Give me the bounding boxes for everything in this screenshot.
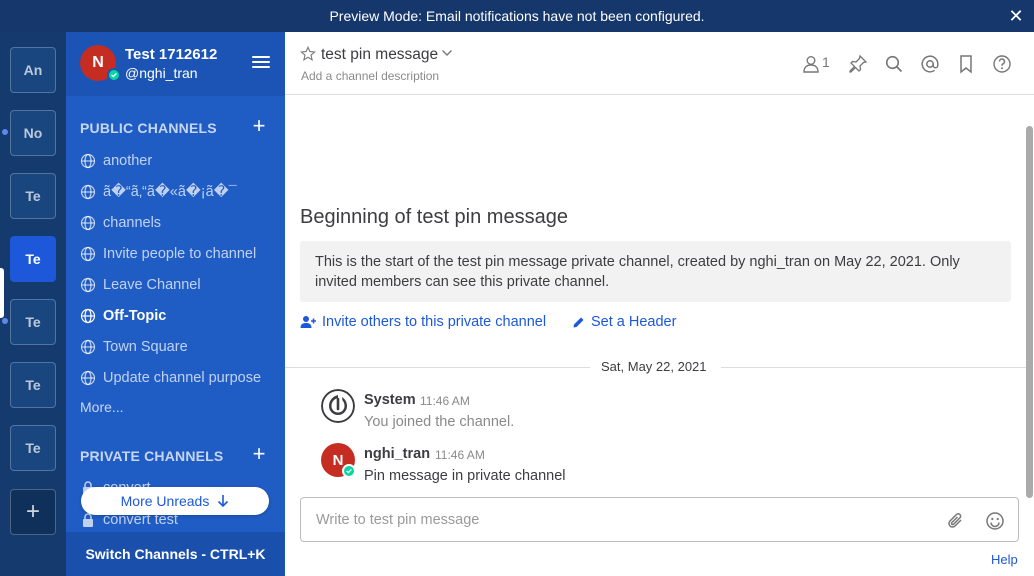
mention-icon[interactable] bbox=[920, 54, 940, 74]
team-button[interactable]: Te bbox=[10, 362, 56, 408]
more-unreads-button[interactable]: More Unreads bbox=[81, 487, 269, 515]
set-header-label: Set a Header bbox=[591, 314, 677, 330]
member-count[interactable]: 1 bbox=[822, 54, 830, 70]
hamburger-menu-icon[interactable] bbox=[252, 56, 270, 70]
active-team-indicator bbox=[0, 268, 4, 318]
online-status-icon bbox=[107, 68, 121, 82]
team-sidebar: An No Te Te Te Te Te + bbox=[0, 32, 66, 576]
channel-intro-title: Beginning of test pin message bbox=[300, 206, 568, 228]
invite-others-label: Invite others to this private channel bbox=[322, 314, 547, 330]
globe-icon bbox=[80, 153, 96, 169]
post-message: Pin message in private channel bbox=[364, 468, 566, 484]
date-separator: Sat, May 22, 2021 bbox=[285, 356, 1034, 378]
sidebar-item-channel[interactable]: Invite people to channel bbox=[80, 243, 256, 265]
globe-icon bbox=[80, 215, 96, 231]
sidebar-item-channel-unread[interactable]: Off-Topic bbox=[80, 305, 166, 327]
add-user-icon bbox=[300, 316, 316, 328]
channel-intro-text: This is the start of the test pin messag… bbox=[300, 241, 1011, 302]
post-time[interactable]: 11:46 AM bbox=[420, 394, 470, 408]
username: @nghi_tran bbox=[125, 65, 198, 81]
sidebar-header[interactable]: N Test 1712612 @nghi_tran bbox=[66, 32, 285, 96]
sidebar-item-channel[interactable]: Update channel purpose bbox=[80, 367, 261, 389]
sidebar-item-channel[interactable]: Leave Channel bbox=[80, 274, 201, 296]
emoji-icon[interactable] bbox=[985, 511, 1005, 531]
switch-channels-button[interactable]: Switch Channels - CTRL+K bbox=[66, 532, 285, 576]
arrow-down-icon bbox=[218, 495, 229, 508]
public-channels-title: PUBLIC CHANNELS bbox=[80, 120, 217, 136]
announcement-banner: Preview Mode: Email notifications have n… bbox=[0, 0, 1034, 32]
banner-text: Preview Mode: Email notifications have n… bbox=[329, 8, 705, 24]
team-button[interactable]: Te bbox=[10, 425, 56, 471]
sidebar-item-channel[interactable]: ã�“ã‚“ã�«ã�¡ã�¯ bbox=[80, 181, 237, 203]
set-header-button[interactable]: Set a Header bbox=[572, 314, 676, 330]
channel-label: Leave Channel bbox=[103, 277, 201, 293]
channel-label: Off-Topic bbox=[103, 308, 167, 324]
pencil-icon bbox=[573, 317, 584, 327]
channel-header: test pin message Add a channel descripti… bbox=[285, 32, 1034, 95]
message-placeholder: Write to test pin message bbox=[316, 512, 480, 528]
globe-icon bbox=[80, 308, 96, 324]
private-channels-title: PRIVATE CHANNELS bbox=[80, 448, 224, 464]
date-separator-label: Sat, May 22, 2021 bbox=[601, 359, 707, 374]
team-button[interactable]: Te bbox=[10, 173, 56, 219]
team-button[interactable]: Te bbox=[10, 299, 56, 345]
search-icon[interactable] bbox=[884, 54, 904, 74]
add-team-button[interactable]: + bbox=[10, 489, 56, 535]
add-private-channel-icon[interactable]: + bbox=[249, 443, 269, 465]
post-message: You joined the channel. bbox=[364, 414, 515, 430]
add-public-channel-icon[interactable]: + bbox=[249, 115, 269, 137]
unread-dot bbox=[2, 129, 8, 135]
channel-description[interactable]: Add a channel description bbox=[301, 69, 439, 83]
help-link[interactable]: Help bbox=[991, 552, 1018, 567]
channel-sidebar: N Test 1712612 @nghi_tran PUBLIC CHANNEL… bbox=[66, 32, 285, 576]
help-icon[interactable] bbox=[992, 54, 1012, 74]
post-author[interactable]: nghi_tran bbox=[364, 446, 430, 462]
globe-icon bbox=[80, 246, 96, 262]
sidebar-item-channel[interactable]: channels bbox=[80, 212, 161, 234]
globe-icon bbox=[80, 184, 96, 200]
channel-label: channels bbox=[103, 215, 162, 231]
sidebar-item-channel[interactable]: another bbox=[80, 150, 152, 172]
more-unreads-label: More Unreads bbox=[120, 493, 210, 509]
invite-others-button[interactable]: Invite others to this private channel bbox=[300, 314, 546, 330]
channel-label: ã�“ã‚“ã�«ã�¡ã�¯ bbox=[103, 184, 237, 200]
team-name: Test 1712612 bbox=[125, 46, 218, 63]
close-icon[interactable]: ✕ bbox=[1008, 6, 1024, 26]
channel-title[interactable]: test pin message bbox=[321, 46, 438, 64]
message-input[interactable]: Write to test pin message bbox=[300, 497, 1019, 542]
online-status-icon bbox=[342, 464, 356, 478]
channel-label: Update channel purpose bbox=[103, 370, 262, 386]
more-channels-link[interactable]: More... bbox=[80, 399, 124, 415]
bookmark-icon[interactable] bbox=[956, 54, 976, 74]
unread-dot bbox=[2, 318, 8, 324]
sidebar-item-channel[interactable]: Town Square bbox=[80, 336, 188, 358]
globe-icon bbox=[80, 339, 96, 355]
member-icon[interactable] bbox=[801, 54, 821, 74]
star-icon[interactable] bbox=[300, 46, 316, 62]
channel-view: test pin message Add a channel descripti… bbox=[285, 32, 1034, 576]
channel-label: another bbox=[103, 153, 153, 169]
post-author[interactable]: System bbox=[364, 392, 416, 408]
channel-label: Town Square bbox=[103, 339, 188, 355]
globe-icon bbox=[80, 277, 96, 293]
pin-icon[interactable] bbox=[848, 54, 868, 74]
system-avatar-icon bbox=[321, 389, 355, 423]
team-button[interactable]: An bbox=[10, 47, 56, 93]
globe-icon bbox=[80, 370, 96, 386]
post-time[interactable]: 11:46 AM bbox=[435, 448, 485, 462]
channel-label: Invite people to channel bbox=[103, 246, 257, 262]
attachment-icon[interactable] bbox=[946, 511, 966, 531]
scrollbar[interactable] bbox=[1026, 126, 1033, 498]
team-button[interactable]: No bbox=[10, 110, 56, 156]
team-button-active[interactable]: Te bbox=[10, 236, 56, 282]
chevron-down-icon[interactable] bbox=[441, 48, 453, 58]
